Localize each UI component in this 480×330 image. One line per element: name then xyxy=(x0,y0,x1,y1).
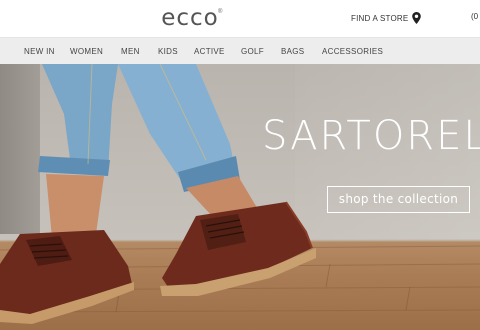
nav-item-bags[interactable]: BAGS xyxy=(281,38,304,65)
nav-item-men[interactable]: MEN xyxy=(121,38,140,65)
hero-banner[interactable]: SARTOREL shop the collection xyxy=(0,64,480,330)
shop-the-collection-button[interactable]: shop the collection xyxy=(327,186,470,213)
site-header: ecco ® FIND A STORE (0 xyxy=(0,0,480,37)
find-a-store-label: FIND A STORE xyxy=(351,13,409,23)
find-a-store-link[interactable]: FIND A STORE xyxy=(351,12,422,24)
nav-item-accessories[interactable]: ACCESSORIES xyxy=(322,38,383,65)
map-pin-icon xyxy=(412,12,422,24)
nav-item-women[interactable]: WOMEN xyxy=(70,38,103,65)
registered-mark: ® xyxy=(218,9,223,15)
hero-headline: SARTOREL xyxy=(262,113,480,159)
main-navigation: NEW IN WOMEN MEN KIDS ACTIVE GOLF BAGS A… xyxy=(0,37,480,65)
ecco-logo[interactable]: ecco xyxy=(157,6,223,30)
nav-item-kids[interactable]: KIDS xyxy=(158,38,178,65)
nav-item-golf[interactable]: GOLF xyxy=(241,38,264,65)
nav-item-active[interactable]: ACTIVE xyxy=(194,38,225,65)
nav-item-new-in[interactable]: NEW IN xyxy=(24,38,55,65)
cart-count[interactable]: (0 xyxy=(471,12,478,21)
